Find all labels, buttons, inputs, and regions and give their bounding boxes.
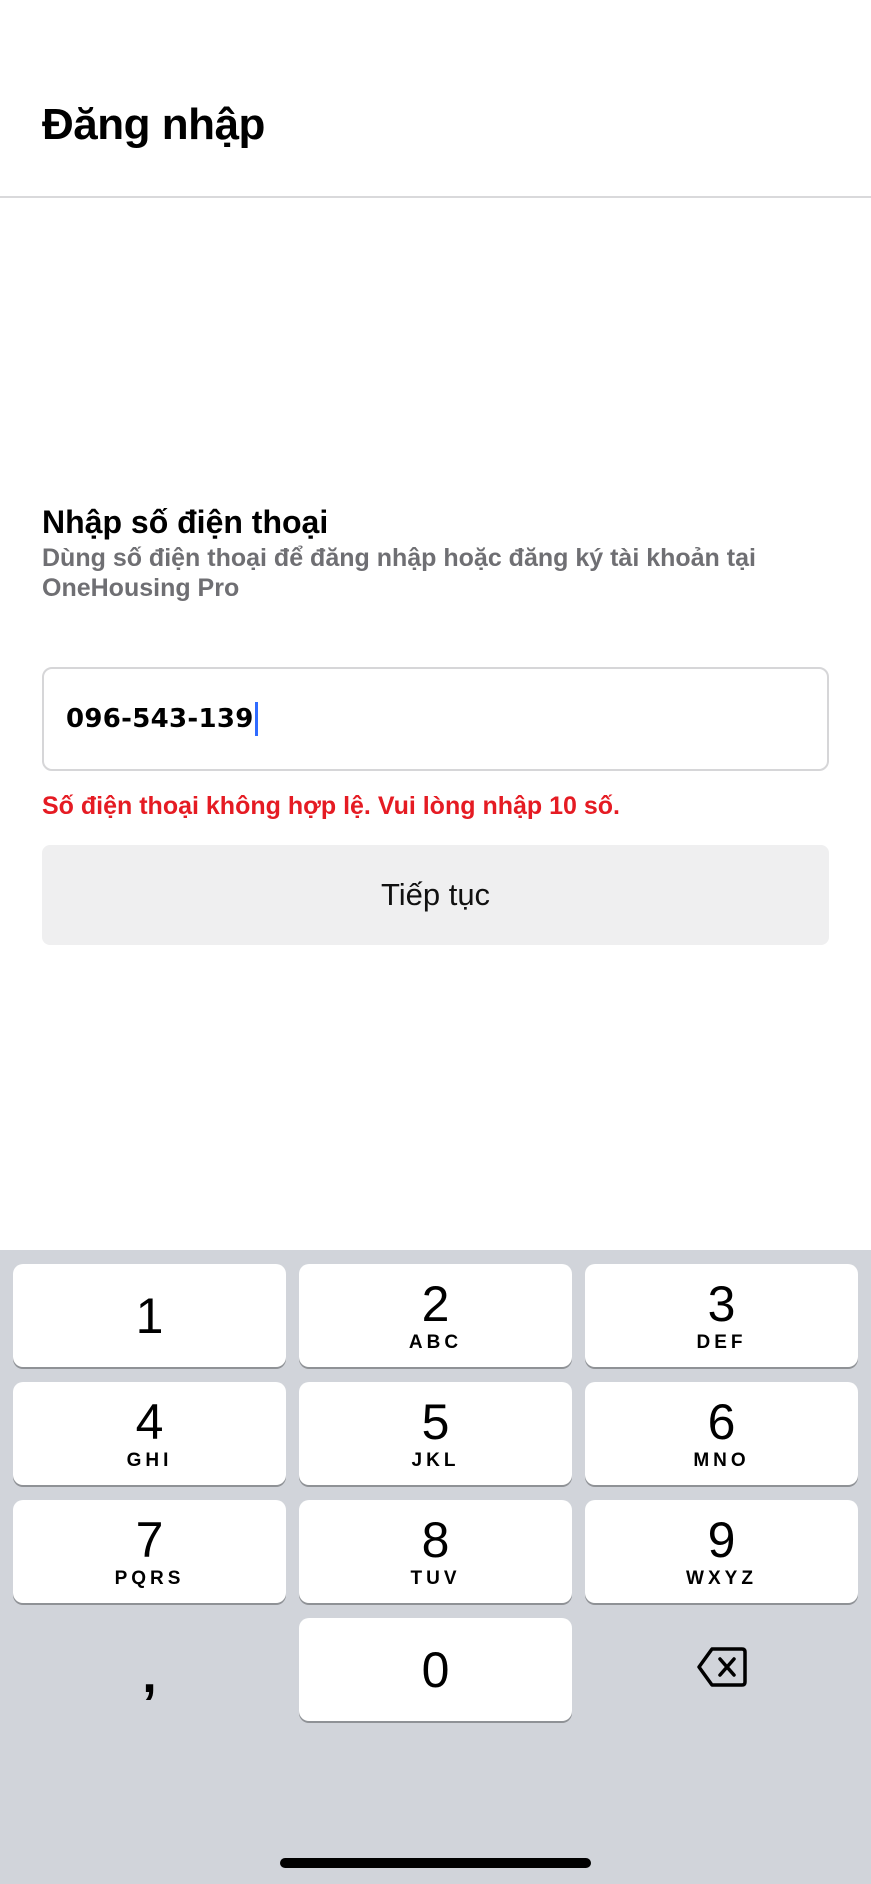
key-5[interactable]: 5 JKL (299, 1382, 572, 1485)
navigation-header: Đăng nhập (0, 0, 871, 198)
key-letters: ABC (408, 1331, 463, 1353)
phone-section-subtitle: Dùng số điện thoại để đăng nhập hoặc đăn… (42, 544, 756, 602)
key-digit: 7 (135, 1511, 164, 1568)
key-letters: MNO (693, 1449, 750, 1471)
key-digit: 5 (421, 1393, 450, 1450)
key-digit: 9 (707, 1511, 736, 1568)
key-digit: 4 (135, 1393, 164, 1450)
continue-button[interactable]: Tiếp tục (42, 845, 829, 945)
key-letters: JKL (411, 1449, 460, 1471)
delete-key[interactable] (585, 1618, 858, 1721)
numeric-keyboard: 1 2 ABC 3 DEF 4 GHI 5 JKL 6 MNO 7 PQRS 8… (0, 1250, 871, 1884)
phone-section-title: Nhập số điện thoại (42, 504, 329, 540)
key-digit: 8 (421, 1511, 450, 1568)
key-digit: 6 (707, 1393, 736, 1450)
key-letters: WXYZ (686, 1567, 757, 1589)
key-letters: PQRS (114, 1567, 185, 1589)
backspace-icon (696, 1646, 748, 1693)
key-8[interactable]: 8 TUV (299, 1500, 572, 1603)
key-digit: 0 (421, 1641, 450, 1698)
key-2[interactable]: 2 ABC (299, 1264, 572, 1367)
key-letters: TUV (410, 1567, 461, 1589)
key-letters: DEF (696, 1331, 747, 1353)
phone-error-message: Số điện thoại không hợp lệ. Vui lòng nhậ… (42, 792, 620, 820)
key-1[interactable]: 1 (13, 1264, 286, 1367)
key-3[interactable]: 3 DEF (585, 1264, 858, 1367)
text-caret (254, 702, 258, 736)
key-digit: 1 (135, 1287, 164, 1344)
key-7[interactable]: 7 PQRS (13, 1500, 286, 1603)
key-comma[interactable]: , (13, 1618, 286, 1721)
key-digit: 2 (421, 1275, 450, 1332)
comma-label: , (142, 1645, 157, 1704)
key-digit: 3 (707, 1275, 736, 1332)
key-4[interactable]: 4 GHI (13, 1382, 286, 1485)
phone-number-input[interactable]: 096-543-139 (42, 667, 829, 771)
phone-number-value: 096-543-139 (66, 704, 254, 734)
page-title: Đăng nhập (42, 100, 265, 149)
key-9[interactable]: 9 WXYZ (585, 1500, 858, 1603)
key-6[interactable]: 6 MNO (585, 1382, 858, 1485)
key-letters: GHI (126, 1449, 173, 1471)
key-0[interactable]: 0 (299, 1618, 572, 1721)
home-indicator (280, 1858, 591, 1868)
